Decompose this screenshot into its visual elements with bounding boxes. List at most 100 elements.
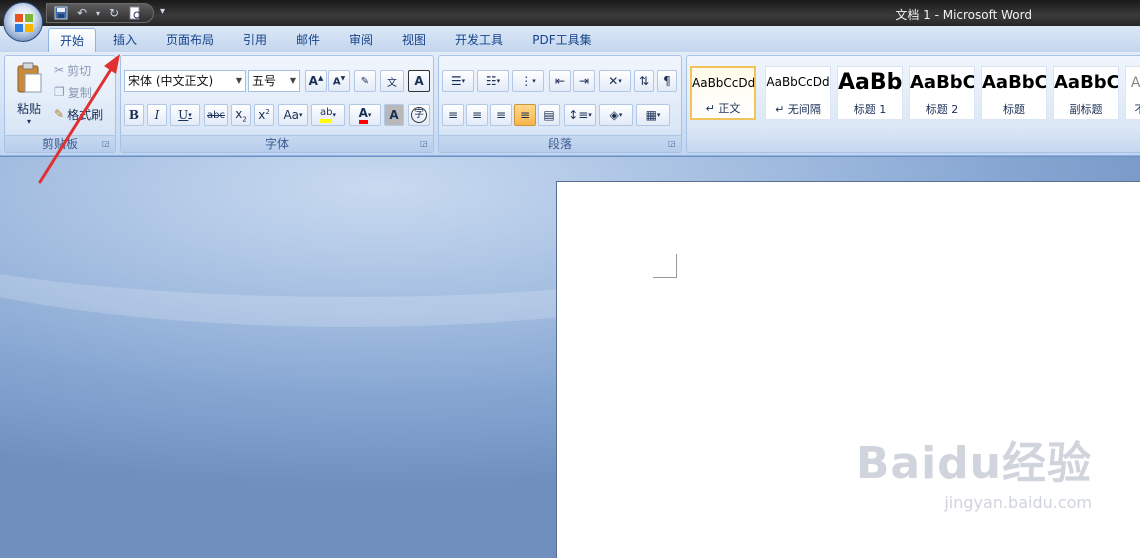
tab-mailings[interactable]: 邮件 [288, 28, 328, 52]
redo-icon[interactable]: ↻ [106, 5, 122, 21]
font-group-label: 字体 [121, 135, 433, 152]
italic-button[interactable]: I [147, 104, 167, 126]
shrink-font-button[interactable]: A▼ [328, 70, 350, 92]
style-more[interactable]: Aa 不 [1125, 66, 1140, 120]
style-preview: Aa [1130, 75, 1140, 91]
align-right-icon: ≡ [495, 108, 507, 122]
line-spacing-dropdown-icon: ▾ [588, 111, 592, 119]
paste-button[interactable]: 粘贴 ▾ [9, 58, 49, 130]
shading-dropdown-icon: ▾ [618, 111, 623, 119]
cut-button[interactable]: ✂ 剪切 [53, 60, 113, 80]
customize-qat-icon[interactable]: ▾ [160, 6, 165, 17]
margin-corner-mark [653, 254, 677, 278]
copy-button[interactable]: ❐ 复制 [53, 82, 113, 102]
sort-icon: ⇅ [638, 74, 650, 88]
style-title[interactable]: AaBbC 标题 [981, 66, 1047, 120]
undo-dropdown-icon[interactable]: ▾ [95, 5, 101, 21]
enclose-characters-button[interactable]: 字 [408, 104, 430, 126]
watermark-logo: Baidu经验 [855, 438, 1092, 489]
style-heading-1[interactable]: AaBb 标题 1 [837, 66, 903, 120]
tab-references[interactable]: 引用 [235, 28, 275, 52]
quick-access-toolbar: ↶ ▾ ↻ [46, 3, 154, 23]
shading-button[interactable]: ◈ ▾ [599, 104, 633, 126]
sort-button[interactable]: ⇅ [634, 70, 654, 92]
multilevel-list-button[interactable]: ⋮ ▾ [512, 70, 544, 92]
style-subtitle[interactable]: AaBbC 副标题 [1053, 66, 1119, 120]
tab-insert[interactable]: 插入 [104, 28, 146, 52]
tab-pdf-tools[interactable]: PDF工具集 [524, 28, 600, 52]
tab-view[interactable]: 视图 [394, 28, 434, 52]
style-preview: AaBbC [910, 72, 975, 93]
paragraph-mark-icon: ¶ [663, 74, 671, 88]
borders-button[interactable]: ▦ ▾ [636, 104, 670, 126]
clipboard-launcher-icon[interactable]: ◲ [102, 139, 112, 149]
style-name: ↵ 正文 [705, 102, 741, 115]
bullets-button[interactable]: ☰ ▾ [442, 70, 474, 92]
paste-dropdown-icon: ▾ [26, 117, 31, 126]
format-painter-label: 格式刷 [67, 107, 104, 122]
paragraph-launcher-icon[interactable]: ◲ [668, 139, 678, 149]
numbering-dropdown-icon: ▾ [496, 77, 501, 85]
format-painter-button[interactable]: ✎ 格式刷 [53, 104, 115, 124]
grow-font-button[interactable]: A▲ [305, 70, 327, 92]
office-button[interactable] [3, 2, 43, 42]
align-left-button[interactable]: ≡ [442, 104, 464, 126]
subscript-button[interactable]: x2 [231, 104, 251, 126]
highlight-button[interactable]: ab ▾ [311, 104, 345, 126]
underline-dropdown-icon: ▾ [188, 111, 192, 119]
distributed-button[interactable]: ▤ [538, 104, 560, 126]
style-preview: AaBbC [1054, 72, 1119, 93]
font-launcher-icon[interactable]: ◲ [420, 139, 430, 149]
line-spacing-icon: ↕≡ [568, 108, 589, 122]
style-name: 标题 [1003, 103, 1025, 116]
underline-button[interactable]: U ▾ [170, 104, 200, 126]
cut-label: 剪切 [67, 63, 92, 78]
clipboard-group-label: 剪贴板 [5, 135, 115, 152]
font-size-dropdown-icon: ▼ [289, 76, 296, 85]
style-preview: AaBbCcDd [766, 75, 830, 89]
superscript-button[interactable]: x2 [254, 104, 274, 126]
tab-review[interactable]: 审阅 [341, 28, 381, 52]
clear-format-button[interactable]: ✎ [354, 70, 376, 92]
align-center-button[interactable]: ≡ [466, 104, 488, 126]
superscript-icon: x2 [258, 108, 270, 122]
phonetic-guide-button[interactable]: 文 [380, 70, 404, 92]
clear-format-icon: ✎ [360, 75, 370, 87]
bold-button[interactable]: B [124, 104, 144, 126]
character-shading-button[interactable]: A [384, 104, 404, 126]
style-normal[interactable]: AaBbCcDd ↵ 正文 [690, 66, 756, 120]
decrease-indent-button[interactable]: ⇤ [549, 70, 571, 92]
strikethrough-button[interactable]: abc [204, 104, 228, 126]
change-case-button[interactable]: Aa ▾ [278, 104, 308, 126]
phonetic-guide-icon: 文 [387, 77, 397, 89]
font-name-combo[interactable]: 宋体 (中文正文) ▼ [124, 70, 246, 92]
paragraph-group-label: 段落 [439, 135, 681, 152]
bullets-dropdown-icon: ▾ [461, 77, 466, 85]
decrease-indent-icon: ⇤ [554, 74, 566, 88]
chinese-layout-icon: ✕ [608, 74, 619, 88]
increase-indent-button[interactable]: ⇥ [573, 70, 595, 92]
tab-developer[interactable]: 开发工具 [447, 28, 511, 52]
justify-button[interactable]: ≡ [514, 104, 536, 126]
style-heading-2[interactable]: AaBbC 标题 2 [909, 66, 975, 120]
undo-icon[interactable]: ↶ [74, 5, 90, 21]
office-logo-icon [15, 14, 33, 32]
align-right-button[interactable]: ≡ [490, 104, 512, 126]
copy-label: 复制 [67, 85, 92, 100]
character-border-button[interactable]: A [408, 70, 430, 92]
show-marks-button[interactable]: ¶ [657, 70, 677, 92]
paint-bucket-icon: ◈ [609, 108, 619, 122]
font-color-button[interactable]: A ▾ [349, 104, 381, 126]
font-size-combo[interactable]: 五号 ▼ [248, 70, 300, 92]
style-no-spacing[interactable]: AaBbCcDd ↵ 无间隔 [765, 66, 831, 120]
print-preview-icon[interactable] [127, 5, 143, 21]
tab-page-layout[interactable]: 页面布局 [158, 28, 222, 52]
character-border-icon: A [414, 74, 424, 88]
grow-font-icon: A▲ [308, 74, 324, 88]
save-icon[interactable] [53, 5, 69, 21]
multilevel-list-icon: ⋮ [520, 74, 533, 88]
line-spacing-button[interactable]: ↕≡ ▾ [564, 104, 596, 126]
tab-home[interactable]: 开始 [48, 28, 96, 52]
numbering-button[interactable]: ☷ ▾ [477, 70, 509, 92]
chinese-layout-button[interactable]: ✕ ▾ [599, 70, 631, 92]
